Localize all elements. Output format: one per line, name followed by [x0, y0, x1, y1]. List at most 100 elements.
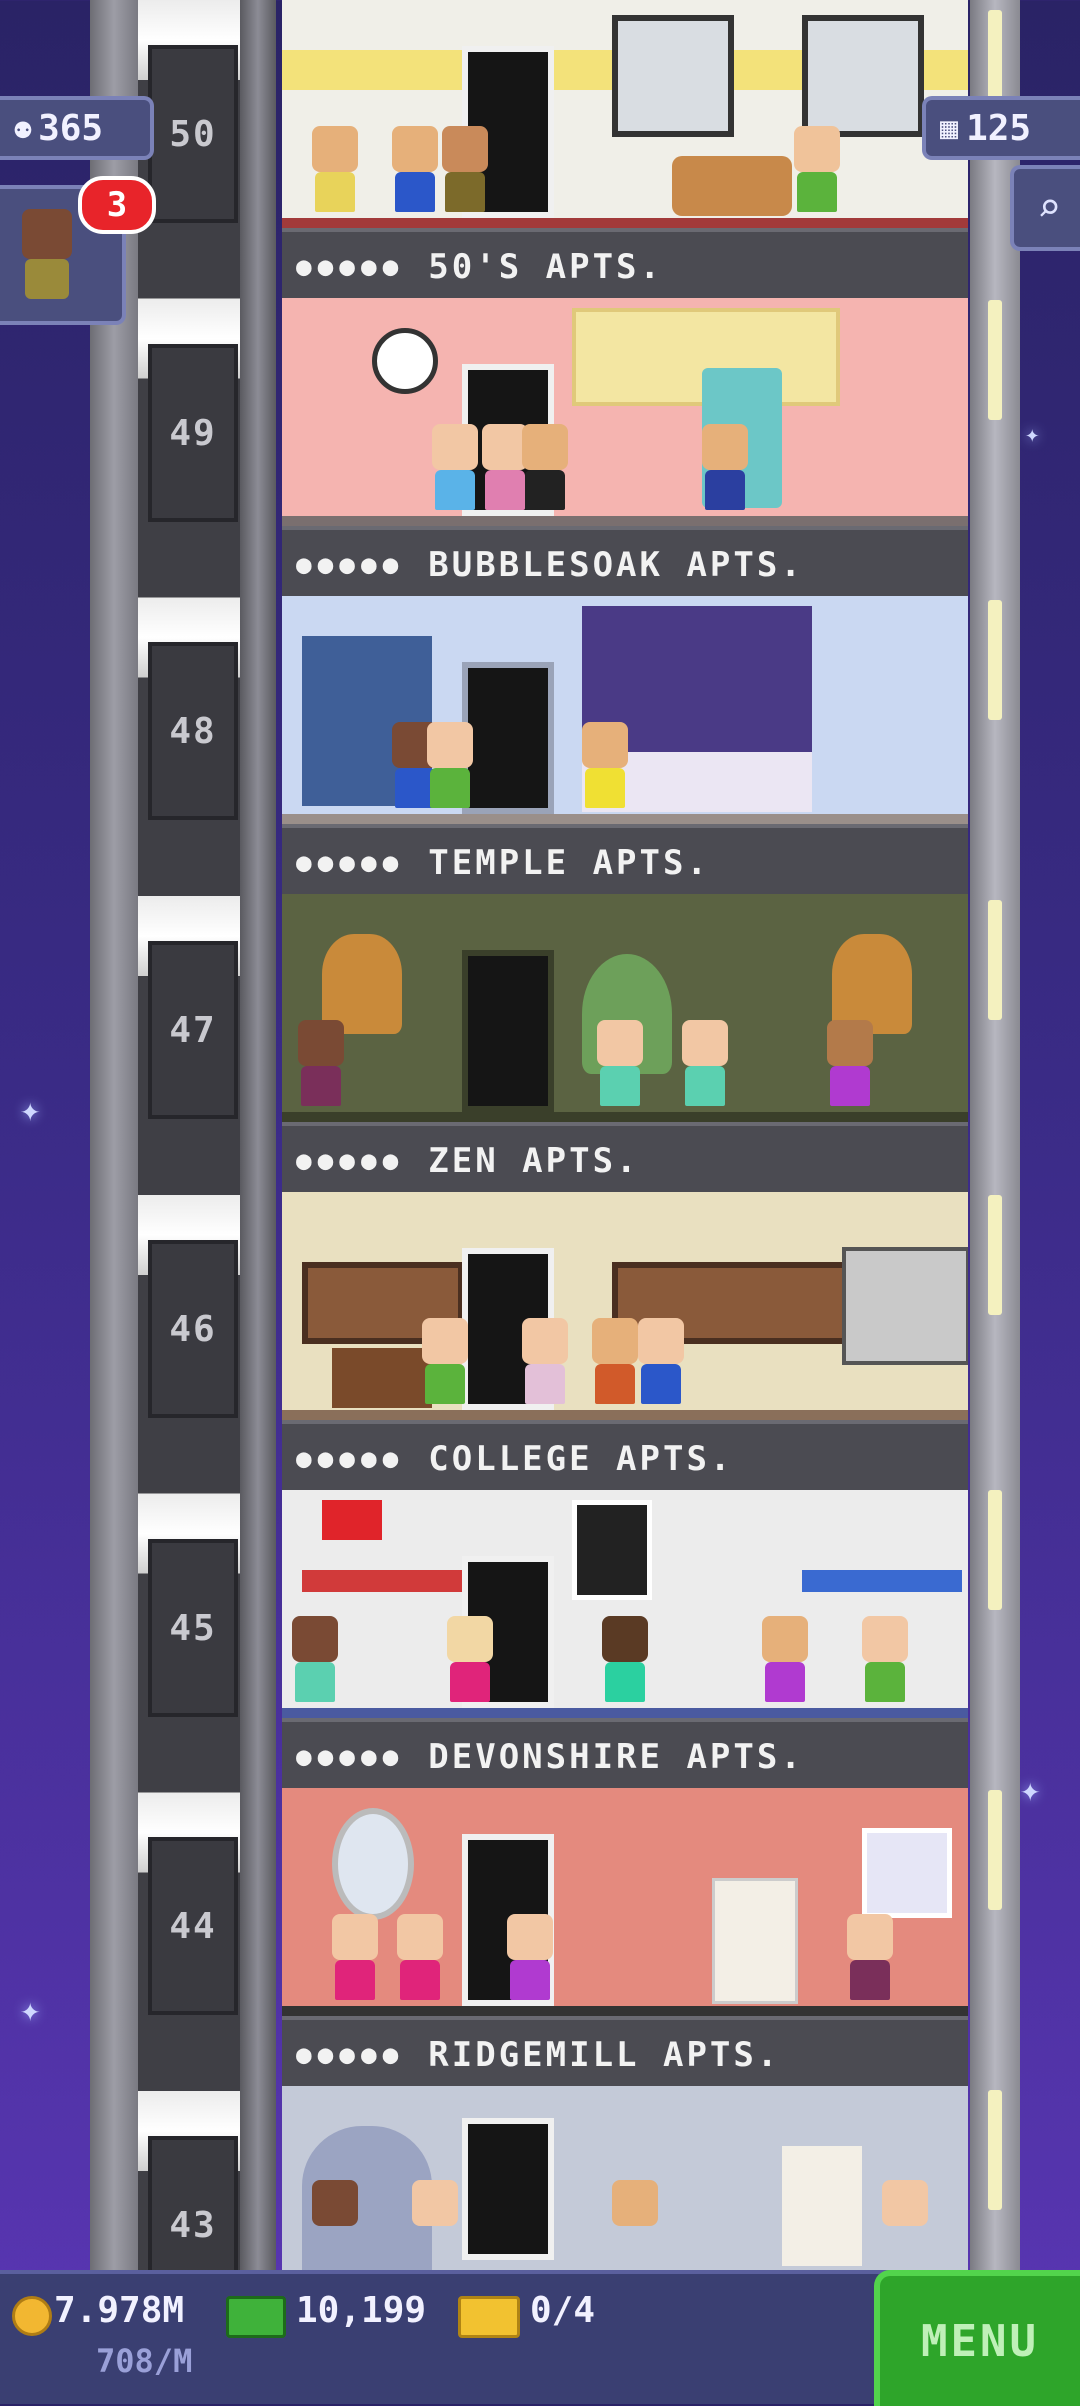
tenant[interactable] — [442, 126, 488, 216]
floor-label-45[interactable]: ●●●●● DEVONSHIRE APTS. — [282, 1718, 968, 1792]
ticket-icon — [458, 2296, 520, 2338]
tenant[interactable] — [397, 1914, 443, 2004]
tenant[interactable] — [794, 126, 840, 216]
tenant[interactable] — [507, 1914, 553, 2004]
tickets-value: 0/4 — [530, 2290, 596, 2331]
floor-name: RIDGEMILL APTS. — [428, 2035, 781, 2075]
window-light — [988, 1195, 1002, 1315]
floor-rating-pips: ●●●●● — [296, 2040, 405, 2070]
floor-44-room[interactable] — [282, 1788, 968, 2016]
floor-45-room[interactable] — [282, 1490, 968, 1718]
star-decoration: ✦ — [1025, 420, 1040, 448]
tenant[interactable] — [522, 1318, 568, 1408]
tenant[interactable] — [597, 1020, 643, 1110]
tenant[interactable] — [702, 424, 748, 514]
tenant[interactable] — [432, 424, 478, 514]
coins-rate: 708/M — [96, 2342, 193, 2380]
floor-46-room[interactable] — [282, 1192, 968, 1420]
tenant[interactable] — [582, 722, 628, 812]
search-button[interactable]: ⌕ — [1010, 165, 1080, 251]
tower-left-column — [90, 0, 138, 2270]
floor-ground — [282, 516, 968, 526]
tenant[interactable] — [592, 1318, 638, 1408]
floor-rating-pips: ●●●●● — [296, 1444, 405, 1474]
fridge — [712, 1878, 798, 2004]
floor-name: TEMPLE APTS. — [428, 843, 710, 883]
floor-number-44: 44 — [148, 1837, 238, 2015]
population-counter[interactable]: ⚉ 365 — [0, 96, 154, 160]
floor-50-room[interactable] — [282, 0, 968, 228]
floor-label-49[interactable]: ●●●●● BUBBLESOAK APTS. — [282, 526, 968, 600]
tenant[interactable] — [312, 126, 358, 216]
tenant[interactable] — [312, 2180, 358, 2270]
star-decoration: ✦ — [1020, 1770, 1041, 1810]
tenant[interactable] — [602, 1616, 648, 1706]
couch — [672, 156, 792, 216]
window-light — [988, 2090, 1002, 2210]
avatar-body — [25, 259, 69, 299]
floor-label-46[interactable]: ●●●●● COLLEGE APTS. — [282, 1420, 968, 1494]
window-light — [988, 300, 1002, 420]
floor-label-47[interactable]: ●●●●● ZEN APTS. — [282, 1122, 968, 1196]
floor-rating-pips: ●●●●● — [296, 1146, 405, 1176]
floor-48-room[interactable] — [282, 596, 968, 824]
floor-rating-pips: ●●●●● — [296, 550, 405, 580]
floor-number-47: 47 — [148, 941, 238, 1119]
mirror — [332, 1808, 414, 1920]
tenant[interactable] — [762, 1616, 808, 1706]
tenant[interactable] — [412, 2180, 458, 2270]
tower-inner-column — [240, 0, 276, 2270]
floor-door — [462, 662, 554, 814]
floor-43-room[interactable] — [282, 2086, 968, 2270]
tenant[interactable] — [292, 1616, 338, 1706]
star-decoration: ✦ — [20, 1090, 41, 1130]
floor-name: COLLEGE APTS. — [428, 1439, 734, 1479]
floor-number-49: 49 — [148, 344, 238, 522]
floor-47-room[interactable] — [282, 894, 968, 1122]
floor-number-50: 50 — [148, 45, 238, 223]
tenant[interactable] — [422, 1318, 468, 1408]
bunk-bed — [302, 1570, 462, 1592]
tenant[interactable] — [882, 2180, 928, 2270]
tenant[interactable] — [392, 126, 438, 216]
window — [802, 15, 924, 137]
window-light — [988, 1790, 1002, 1910]
statue-head — [322, 934, 402, 1034]
floor-ground — [282, 2006, 968, 2016]
tenant[interactable] — [638, 1318, 684, 1408]
tenant[interactable] — [447, 1616, 493, 1706]
floor-label-44[interactable]: ●●●●● RIDGEMILL APTS. — [282, 2016, 968, 2090]
floor-number-46: 46 — [148, 1240, 238, 1418]
tenant[interactable] — [522, 424, 568, 514]
notification-badge: 3 — [78, 176, 156, 234]
window — [862, 1828, 952, 1918]
window-light — [988, 900, 1002, 1020]
tenant[interactable] — [427, 722, 473, 812]
search-icon: ⌕ — [1036, 185, 1062, 231]
window-light — [988, 1490, 1002, 1610]
floor-ground — [282, 218, 968, 228]
tenant[interactable] — [682, 1020, 728, 1110]
tenant[interactable] — [612, 2180, 658, 2270]
floors-counter[interactable]: ▦ 125 — [922, 96, 1080, 160]
tenant[interactable] — [332, 1914, 378, 2004]
poster — [572, 1500, 652, 1600]
floor-name: 50'S APTS. — [428, 247, 663, 287]
star-decoration: ✦ — [20, 1990, 41, 2030]
floor-door — [462, 2118, 554, 2260]
floor-49-room[interactable] — [282, 298, 968, 526]
floor-label-48[interactable]: ●●●●● TEMPLE APTS. — [282, 824, 968, 898]
fridge — [782, 2146, 862, 2266]
coin-icon — [12, 2296, 52, 2336]
tenant[interactable] — [827, 1020, 873, 1110]
menu-button[interactable]: MENU — [874, 2270, 1080, 2406]
tenant[interactable] — [847, 1914, 893, 2004]
bux-value: 10,199 — [296, 2290, 427, 2331]
floor-ground — [282, 814, 968, 824]
bux-icon — [226, 2296, 286, 2338]
tenant[interactable] — [862, 1616, 908, 1706]
window — [612, 15, 734, 137]
floor-label-50[interactable]: ●●●●● 50'S APTS. — [282, 228, 968, 302]
tenant[interactable] — [298, 1020, 344, 1110]
floor-ground — [282, 1708, 968, 1718]
